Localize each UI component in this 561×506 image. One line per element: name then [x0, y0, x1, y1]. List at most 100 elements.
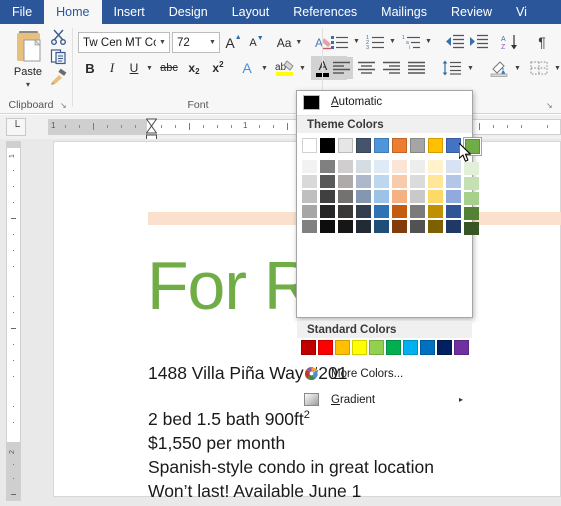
theme-color-swatch-blue-accent-1-4[interactable]: [373, 204, 390, 219]
sort-icon[interactable]: A Z: [499, 31, 521, 52]
theme-color-swatch-gold-accent-4-4[interactable]: [427, 204, 444, 219]
theme-color-swatch-orange-accent-2-0[interactable]: [391, 137, 408, 154]
theme-colors-grid[interactable]: [301, 137, 483, 236]
tab-review[interactable]: Review: [439, 0, 504, 24]
theme-color-swatch-orange-accent-2-5[interactable]: [391, 219, 408, 234]
theme-color-swatch-orange-accent-2-3[interactable]: [391, 189, 408, 204]
theme-color-swatch-gray-accent-3-2[interactable]: [409, 174, 426, 189]
numbering-icon[interactable]: 1 2 3: [365, 31, 387, 52]
theme-color-swatch-black-text-1-3[interactable]: [319, 189, 336, 204]
standard-color-swatch-light-green[interactable]: [368, 339, 385, 356]
standard-color-swatch-dark-blue[interactable]: [436, 339, 453, 356]
theme-color-swatch-dark-blue-text-2-2[interactable]: [355, 174, 372, 189]
theme-color-swatch-white-background-1-0[interactable]: [301, 137, 318, 154]
theme-color-swatch-dark-blue-text-2-5[interactable]: [355, 219, 372, 234]
text-effects-dropdown-caret[interactable]: ▼: [259, 58, 270, 78]
line-spacing-icon[interactable]: [440, 57, 464, 79]
theme-color-swatch-dark-blue-text-2-4[interactable]: [355, 204, 372, 219]
theme-color-swatch-dark-blue-text-2-0[interactable]: [355, 137, 372, 154]
align-left-icon[interactable]: [329, 57, 353, 79]
theme-color-swatch-blue-accent-5-1[interactable]: [445, 159, 462, 174]
subscript-button[interactable]: x2: [183, 58, 205, 78]
tab-mailings[interactable]: Mailings: [369, 0, 439, 24]
theme-color-swatch-green-accent-6-1[interactable]: [463, 161, 482, 176]
theme-color-swatch-gray-accent-3-0[interactable]: [409, 137, 426, 154]
theme-color-swatch-green-accent-6-0[interactable]: [463, 137, 482, 156]
theme-color-swatch-gray-accent-3-3[interactable]: [409, 189, 426, 204]
numbering-dropdown-caret[interactable]: ▼: [387, 31, 398, 52]
italic-button[interactable]: I: [102, 58, 122, 78]
theme-color-swatch-blue-accent-5-2[interactable]: [445, 174, 462, 189]
theme-color-swatch-white-background-2-5[interactable]: [337, 219, 354, 234]
theme-color-swatch-green-accent-6-5[interactable]: [463, 221, 482, 236]
tab-references[interactable]: References: [281, 0, 369, 24]
paste-button[interactable]: Paste ▾: [6, 28, 50, 89]
bullets-dropdown-caret[interactable]: ▼: [351, 31, 362, 52]
theme-color-swatch-blue-accent-1-3[interactable]: [373, 189, 390, 204]
shading-dropdown-caret[interactable]: ▼: [512, 57, 523, 79]
tab-view[interactable]: Vi: [504, 0, 539, 24]
theme-color-swatch-white-background-1-4[interactable]: [301, 204, 318, 219]
theme-color-swatch-blue-accent-5-0[interactable]: [445, 137, 462, 154]
chevron-down-icon[interactable]: ▼: [206, 39, 219, 46]
theme-color-swatch-blue-accent-1-5[interactable]: [373, 219, 390, 234]
theme-color-swatch-white-background-1-3[interactable]: [301, 189, 318, 204]
bold-button[interactable]: B: [80, 58, 100, 78]
clipboard-dialog-launcher[interactable]: ↘: [60, 101, 69, 110]
theme-color-swatch-gray-accent-3-4[interactable]: [409, 204, 426, 219]
paste-dropdown-caret[interactable]: ▾: [6, 80, 50, 89]
borders-icon[interactable]: [527, 57, 551, 79]
tab-file[interactable]: File: [0, 0, 44, 24]
theme-color-swatch-green-accent-6-4[interactable]: [463, 206, 482, 221]
justify-icon[interactable]: [404, 57, 428, 79]
theme-color-swatch-white-background-2-3[interactable]: [337, 189, 354, 204]
theme-color-swatch-green-accent-6-2[interactable]: [463, 176, 482, 191]
standard-color-swatch-light-blue[interactable]: [402, 339, 419, 356]
theme-color-swatch-black-text-1-0[interactable]: [319, 137, 336, 154]
shading-icon[interactable]: [487, 57, 511, 79]
theme-color-swatch-blue-accent-5-4[interactable]: [445, 204, 462, 219]
cut-icon[interactable]: [50, 28, 70, 46]
standard-color-swatch-yellow[interactable]: [351, 339, 368, 356]
theme-color-swatch-blue-accent-1-0[interactable]: [373, 137, 390, 154]
font-size-combo[interactable]: 72 ▼: [172, 32, 220, 53]
theme-color-swatch-black-text-1-4[interactable]: [319, 204, 336, 219]
increase-indent-icon[interactable]: [467, 31, 490, 52]
decrease-indent-icon[interactable]: [443, 31, 466, 52]
font-color-dropdown-menu[interactable]: Automatic Theme Colors Standard Colors M…: [296, 90, 482, 406]
font-name-combo[interactable]: Tw Cen MT Cc ▼: [78, 32, 170, 53]
grow-font-button[interactable]: A ▲: [223, 32, 244, 53]
standard-colors-grid[interactable]: [300, 339, 471, 356]
tab-design[interactable]: Design: [157, 0, 220, 24]
borders-dropdown-caret[interactable]: ▼: [552, 57, 561, 79]
theme-color-swatch-black-text-1-5[interactable]: [319, 219, 336, 234]
multilevel-list-icon[interactable]: 1 a i: [401, 31, 423, 52]
multilevel-dropdown-caret[interactable]: ▼: [423, 31, 434, 52]
theme-color-swatch-green-accent-6-3[interactable]: [463, 191, 482, 206]
theme-color-swatch-orange-accent-2-4[interactable]: [391, 204, 408, 219]
theme-color-swatch-gray-accent-3-1[interactable]: [409, 159, 426, 174]
superscript-button[interactable]: x2: [207, 58, 229, 78]
tab-insert[interactable]: Insert: [102, 0, 157, 24]
more-colors-item[interactable]: More Colors...: [297, 361, 472, 386]
theme-color-swatch-gold-accent-4-5[interactable]: [427, 219, 444, 234]
vertical-ruler[interactable]: 1 2: [6, 141, 21, 501]
show-formatting-marks-icon[interactable]: ¶: [531, 31, 553, 52]
paragraph-dialog-launcher[interactable]: ↘: [546, 101, 555, 110]
theme-color-swatch-white-background-2-1[interactable]: [337, 159, 354, 174]
theme-color-swatch-gold-accent-4-2[interactable]: [427, 174, 444, 189]
theme-color-swatch-white-background-1-5[interactable]: [301, 219, 318, 234]
theme-color-swatch-gold-accent-4-0[interactable]: [427, 137, 444, 154]
theme-color-swatch-black-text-1-2[interactable]: [319, 174, 336, 189]
strikethrough-button[interactable]: abc: [157, 58, 181, 78]
align-center-icon[interactable]: [354, 57, 378, 79]
line-spacing-dropdown-caret[interactable]: ▼: [465, 57, 476, 79]
copy-icon[interactable]: [50, 48, 70, 66]
theme-color-swatch-gold-accent-4-3[interactable]: [427, 189, 444, 204]
standard-color-swatch-purple[interactable]: [453, 339, 470, 356]
automatic-color-item[interactable]: Automatic: [297, 91, 472, 113]
theme-color-swatch-gray-accent-3-5[interactable]: [409, 219, 426, 234]
theme-color-swatch-blue-accent-1-2[interactable]: [373, 174, 390, 189]
gradient-item[interactable]: Gradient ▸: [297, 387, 472, 412]
theme-color-swatch-white-background-2-0[interactable]: [337, 137, 354, 154]
